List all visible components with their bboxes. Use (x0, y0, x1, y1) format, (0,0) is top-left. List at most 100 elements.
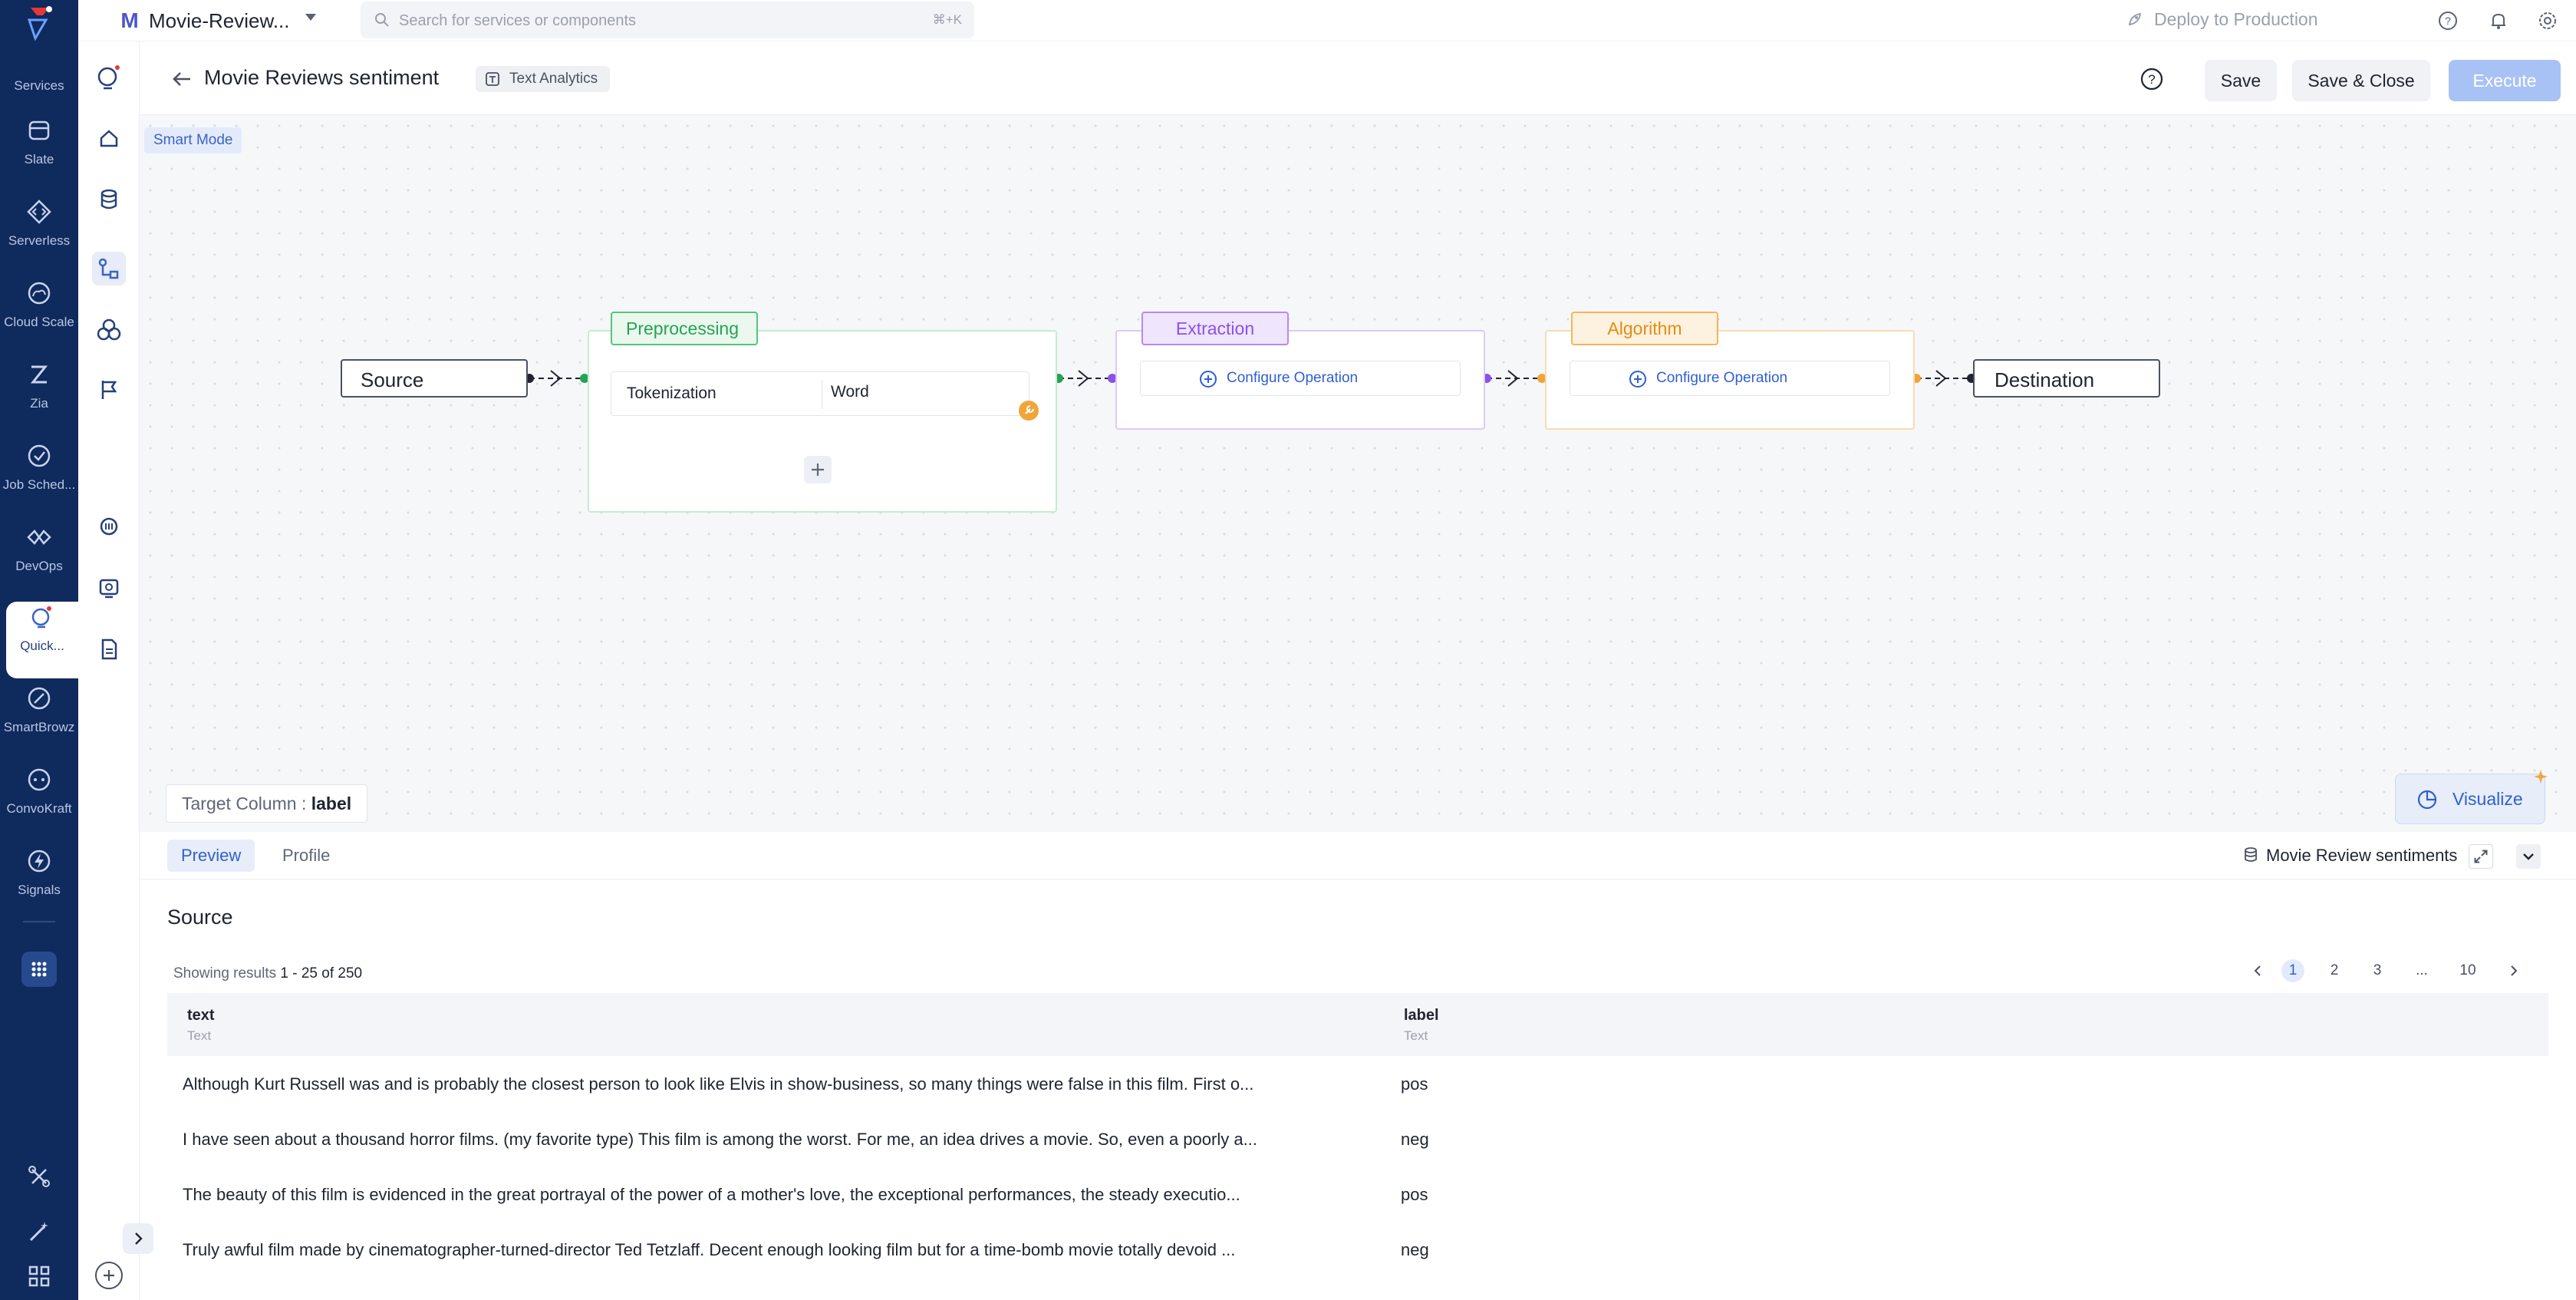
page-ellipsis: ... (2416, 962, 2428, 978)
apps-icon[interactable] (26, 1263, 52, 1289)
rail-item-label: SmartBrowz (3, 720, 75, 734)
endpoints-icon[interactable] (92, 510, 126, 543)
table-row[interactable]: Truly awful film made by cinematographer… (167, 1222, 2548, 1277)
destination-node[interactable]: Destination (1973, 359, 2160, 398)
cell-text: Although Kurt Russell was and is probabl… (183, 1074, 1254, 1094)
collapse-panel-button[interactable] (2516, 844, 2541, 869)
tab-preview[interactable]: Preview (167, 840, 255, 872)
cell-label: pos (1401, 1185, 1428, 1204)
table-row[interactable]: Although Kurt Russell was and is probabl… (167, 1056, 2548, 1111)
cloud-scale-icon (28, 282, 51, 305)
datasets-icon[interactable] (92, 183, 126, 216)
rail-item-convokraft[interactable]: ConvoKraft (0, 764, 78, 841)
rail-item-job-scheduler[interactable]: Job Sched... (0, 440, 78, 517)
configure-label: Configure Operation (1656, 370, 1788, 386)
page-2[interactable]: 2 (2323, 959, 2346, 982)
rail-item-devops[interactable]: DevOps (0, 522, 78, 599)
project-dropdown-icon[interactable] (305, 14, 316, 21)
magic-wand-icon[interactable] (26, 1219, 52, 1245)
expand-sidebar-button[interactable] (123, 1223, 153, 1254)
add-operation-button[interactable] (804, 456, 832, 483)
wrench-icon[interactable] (1019, 401, 1039, 421)
svg-text:?: ? (2148, 72, 2155, 87)
section-title: Source (167, 906, 233, 929)
configure-algorithm-button[interactable]: Configure Operation (1570, 361, 1890, 396)
rail-services-label: Services (14, 78, 64, 93)
top-bar: M Movie-Review... Search for services or… (78, 0, 2576, 41)
preprocessing-stage[interactable] (588, 330, 1057, 513)
tokenization-operation[interactable]: Tokenization Word (611, 371, 1029, 416)
plus-icon (104, 1270, 114, 1281)
page-3[interactable]: 3 (2366, 959, 2389, 982)
quickml-icon (31, 606, 51, 629)
target-column-indicator[interactable]: Target Column : label (166, 784, 368, 823)
page-10[interactable]: 10 (2456, 959, 2479, 982)
sparkle-icon (2534, 770, 2548, 784)
monitoring-icon[interactable] (92, 571, 126, 605)
expand-panel-button[interactable] (2469, 844, 2493, 869)
rail-item-smartbrowz[interactable]: SmartBrowz (0, 683, 78, 760)
cell-label: neg (1401, 1130, 1429, 1149)
devops-icon (27, 530, 51, 545)
signals-icon (28, 850, 51, 873)
table-row[interactable]: The beauty of this film is evidenced in … (167, 1166, 2548, 1222)
rail-item-serverless[interactable]: Serverless (0, 196, 78, 273)
catalyst-logo-icon[interactable] (23, 5, 57, 41)
pipeline-canvas[interactable]: Smart Mode Source Preprocessing Tokeniza… (140, 115, 2576, 832)
rail-item-slate[interactable]: Slate (0, 115, 78, 192)
configure-extraction-button[interactable]: Configure Operation (1140, 361, 1461, 396)
cell-text: The beauty of this film is evidenced in … (183, 1185, 1240, 1204)
algorithm-stage-label: Algorithm (1571, 312, 1718, 345)
home-icon[interactable] (92, 121, 126, 155)
integrations-icon[interactable] (26, 1163, 52, 1189)
plus-icon (812, 464, 824, 476)
pipelines-nav-item[interactable] (92, 252, 126, 285)
pipeline-icon (98, 258, 119, 279)
column-header-label[interactable]: label (1404, 1007, 1439, 1024)
all-apps-button[interactable] (21, 952, 57, 987)
rocket-icon (2128, 12, 2142, 26)
document-icon[interactable] (92, 632, 126, 666)
rail-item-label: DevOps (15, 559, 63, 573)
models-icon[interactable] (92, 313, 126, 347)
rail-item-label: Cloud Scale (4, 315, 74, 329)
chevron-right-icon[interactable] (2505, 962, 2522, 979)
notifications-bell-icon[interactable] (2487, 9, 2510, 32)
source-node[interactable]: Source (341, 359, 528, 398)
quickml-nav (78, 41, 140, 1300)
visualize-button[interactable]: Visualize (2395, 774, 2545, 824)
dataset-selector[interactable]: Movie Review sentiments (2242, 846, 2457, 866)
save-and-close-button[interactable]: Save & Close (2292, 60, 2430, 101)
search-icon (375, 13, 389, 27)
help-icon[interactable]: ? (2139, 66, 2165, 92)
configure-label: Configure Operation (1227, 370, 1359, 386)
add-button[interactable] (95, 1262, 123, 1289)
column-header-text[interactable]: text (187, 1007, 215, 1024)
database-icon (2245, 847, 2257, 862)
chevron-left-icon[interactable] (2249, 962, 2266, 979)
global-search[interactable]: Search for services or components ⌘+K (361, 2, 974, 38)
quickml-logo-icon[interactable] (92, 60, 126, 94)
rail-item-quickml[interactable]: Quick... (6, 602, 78, 678)
rail-item-cloud-scale[interactable]: Cloud Scale (0, 278, 78, 355)
search-shortcut: ⌘+K (932, 12, 962, 27)
tab-profile[interactable]: Profile (268, 840, 344, 872)
deploy-to-production-button[interactable]: Deploy to Production (2154, 9, 2318, 30)
project-name[interactable]: Movie-Review... (149, 9, 290, 33)
expand-icon (2474, 850, 2488, 863)
save-button[interactable]: Save (2205, 60, 2277, 101)
results-prefix: Showing results (173, 965, 281, 982)
settings-gear-icon[interactable] (2536, 9, 2559, 32)
flag-icon[interactable] (92, 373, 126, 407)
rail-item-signals[interactable]: Signals (0, 846, 78, 922)
help-icon[interactable]: ? (2436, 9, 2459, 32)
svg-text:?: ? (2445, 15, 2451, 27)
operation-value: Word (831, 383, 869, 401)
table-row[interactable]: I have seen about a thousand horror film… (167, 1111, 2548, 1166)
rail-item-zia[interactable]: Zia (0, 359, 78, 436)
execute-button[interactable]: Execute (2449, 60, 2561, 101)
page-1[interactable]: 1 (2281, 959, 2304, 982)
preview-tabs: Preview Profile Movie Review sentiments (140, 832, 2576, 879)
back-arrow-icon[interactable] (170, 68, 193, 91)
plus-circle-icon (1200, 371, 1217, 388)
